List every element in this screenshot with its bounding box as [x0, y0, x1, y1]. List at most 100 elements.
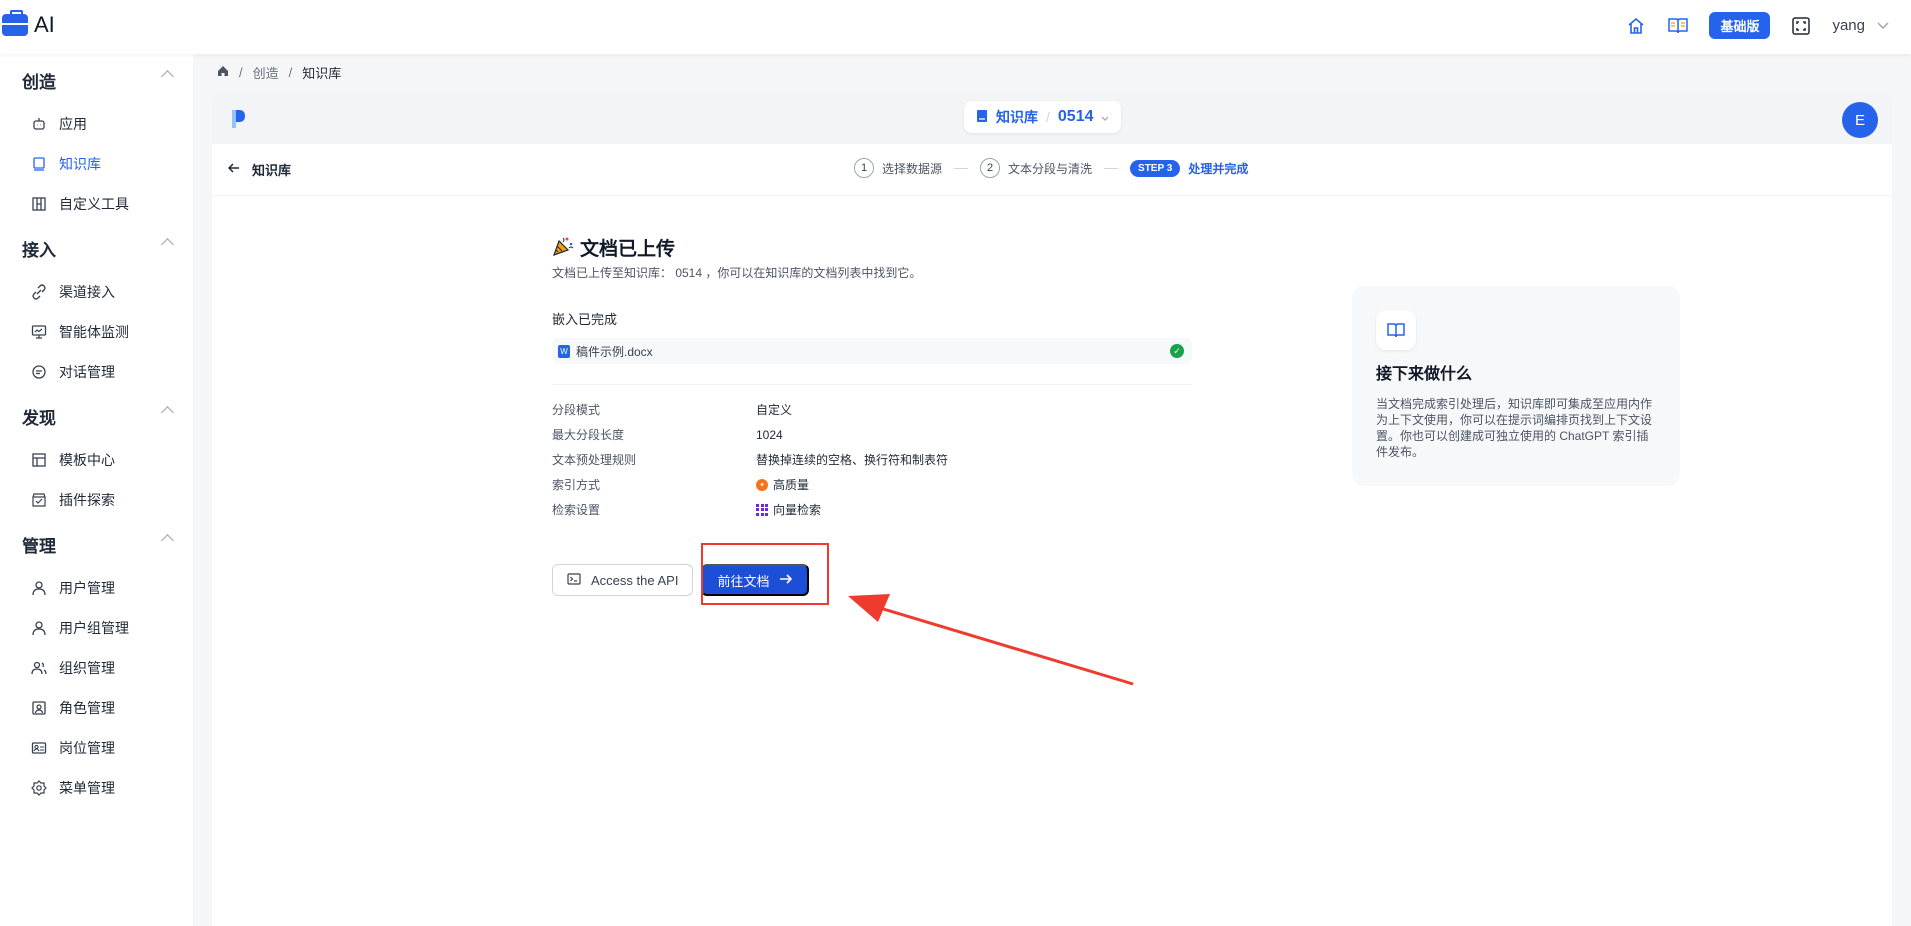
chevron-up-icon[interactable]	[161, 238, 174, 251]
home-icon[interactable]	[1625, 15, 1647, 37]
sidebar-section-access[interactable]: 接入	[22, 236, 174, 261]
sidebar-item-plugins[interactable]: 插件探索	[31, 490, 115, 510]
template-icon	[31, 452, 47, 468]
title-row: 文档已上传	[552, 234, 1192, 261]
info-value-text: 自定义	[756, 403, 793, 417]
info-value-text: 1024	[756, 427, 783, 442]
tools-icon	[31, 196, 47, 212]
breadcrumb-separator: /	[239, 65, 243, 80]
upload-result: 文档已上传 文档已上传至知识库： 0514 ，你可以在知识库的文档列表中找到它。…	[552, 234, 1192, 596]
back-button[interactable]: 知识库	[227, 160, 292, 179]
logo-text: AI	[34, 12, 55, 37]
sidebar-item-roles[interactable]: 角色管理	[31, 698, 115, 718]
main-area: / 创造 / 知识库 知识库 / 0514 E 知识库 1 选择数据源 2 文本…	[212, 54, 1892, 926]
info-value: ✦ 高质量	[756, 476, 809, 493]
page-title: 文档已上传	[580, 239, 676, 260]
terminal-icon	[567, 572, 581, 588]
plan-badge[interactable]: 基础版	[1709, 12, 1771, 39]
card-header: 知识库 / 0514 E	[212, 92, 1892, 144]
chevron-up-icon[interactable]	[161, 70, 174, 83]
access-api-button[interactable]: Access the API	[552, 564, 694, 596]
sidebar-item-label: 对话管理	[59, 364, 115, 380]
knowledge-base-selector[interactable]: 知识库 / 0514	[964, 101, 1122, 133]
sidebar-section-discover[interactable]: 发现	[22, 404, 174, 429]
home-icon[interactable]	[217, 65, 229, 80]
sidebar-item-apps[interactable]: 应用	[31, 114, 87, 134]
sidebar-item-channels[interactable]: 渠道接入	[31, 282, 115, 302]
sidebar-item-custom-tools[interactable]: 自定义工具	[31, 194, 129, 214]
top-right-actions: 基础版 yang	[1625, 12, 1889, 39]
sidebar-item-knowledge-base[interactable]: 知识库	[31, 154, 101, 174]
sidebar-item-users[interactable]: 用户管理	[31, 578, 115, 598]
info-row: 检索设置 向量检索	[552, 497, 1192, 522]
fullscreen-icon[interactable]	[1790, 15, 1812, 37]
check-circle-icon: ✓	[1170, 344, 1184, 358]
sidebar-item-label: 组织管理	[59, 660, 115, 676]
open-book-icon	[1376, 310, 1416, 350]
info-row: 索引方式 ✦ 高质量	[552, 472, 1192, 497]
info-key: 文本预处理规则	[552, 453, 637, 467]
top-bar: AI 基础版 yang	[0, 0, 1911, 54]
user-name[interactable]: yang	[1832, 17, 1865, 34]
section-title: 管理	[22, 537, 56, 556]
separator: /	[1046, 109, 1050, 125]
sidebar-section-create[interactable]: 创造	[22, 68, 174, 93]
section-title: 接入	[22, 241, 56, 260]
gear-icon	[31, 780, 47, 796]
active-step-label: 处理并完成	[1188, 161, 1249, 176]
section-title: 发现	[22, 409, 56, 428]
sidebar-item-label: 模板中心	[59, 452, 115, 468]
annotation-arrow-icon	[848, 594, 1134, 686]
book-icon	[976, 109, 988, 126]
breadcrumb-separator: /	[288, 65, 293, 80]
sidebar-item-user-groups[interactable]: 用户组管理	[31, 618, 129, 638]
knowledge-base-card: 知识库 / 0514 E 知识库 1 选择数据源 2 文本分段与清洗 STEP …	[212, 92, 1892, 926]
divider	[552, 384, 1192, 385]
arrow-left-icon	[227, 162, 240, 177]
sidebar-item-label: 知识库	[59, 156, 101, 172]
info-row: 最大分段长度 1024	[552, 422, 1192, 447]
sidebar-item-agent-monitor[interactable]: 智能体监测	[31, 322, 129, 342]
step-label: 选择数据源	[882, 161, 943, 176]
breadcrumb-item-current: 知识库	[302, 66, 342, 81]
sidebar-item-label: 插件探索	[59, 492, 115, 508]
sidebar-section-manage[interactable]: 管理	[22, 532, 174, 557]
high-quality-icon: ✦	[756, 478, 768, 491]
book-icon[interactable]	[1667, 15, 1689, 37]
sidebar-item-organizations[interactable]: 组织管理	[31, 658, 115, 678]
role-icon	[31, 700, 47, 716]
sidebar-item-label: 岗位管理	[59, 740, 115, 756]
info-row: 文本预处理规则 替换掉连续的空格、换行符和制表符	[552, 447, 1192, 472]
briefcase-icon	[2, 10, 28, 36]
breadcrumb-item-create[interactable]: 创造	[253, 63, 279, 82]
next-steps-body: 当文档完成索引处理后，知识库即可集成至应用内作为上下文使用，你可以在提示词编排页…	[1376, 397, 1653, 459]
app-logo[interactable]: AI	[2, 10, 55, 38]
info-row: 分段模式 自定义	[552, 397, 1192, 422]
chevron-down-icon[interactable]	[1877, 19, 1889, 33]
active-step-badge: STEP 3	[1130, 159, 1181, 177]
sidebar: 创造 应用 知识库 自定义工具 接入 渠道接入 智能体监测 对话管理 发现 模板…	[0, 54, 193, 926]
chevron-up-icon[interactable]	[161, 534, 174, 547]
chat-icon	[31, 364, 47, 380]
sidebar-item-templates[interactable]: 模板中心	[31, 450, 115, 470]
chevron-up-icon[interactable]	[161, 406, 174, 419]
sidebar-item-label: 用户管理	[59, 580, 115, 596]
back-label: 知识库	[252, 163, 292, 178]
file-row: W 稿件示例.docx ✓	[552, 338, 1192, 364]
next-steps-card: 接下来做什么 当文档完成索引处理后，知识库即可集成至应用内作为上下文使用，你可以…	[1352, 286, 1680, 486]
step-bar: 知识库 1 选择数据源 2 文本分段与清洗 STEP 3 处理并完成	[212, 144, 1892, 196]
info-value-text: 替换掉连续的空格、换行符和制表符	[756, 453, 949, 467]
sidebar-item-positions[interactable]: 岗位管理	[31, 738, 115, 758]
sidebar-item-conversations[interactable]: 对话管理	[31, 362, 115, 382]
avatar[interactable]: E	[1842, 102, 1878, 138]
info-value: 替换掉连续的空格、换行符和制表符	[756, 451, 948, 468]
file-name: 稿件示例.docx	[576, 344, 653, 359]
info-value-text: 高质量	[773, 478, 810, 492]
info-value: 1024	[756, 428, 783, 442]
knowledge-base-icon	[31, 156, 47, 172]
user-group-icon	[31, 620, 47, 636]
step-number: 2	[980, 158, 1001, 178]
sidebar-item-menus[interactable]: 菜单管理	[31, 778, 115, 798]
kb-label: 知识库	[996, 109, 1038, 125]
chevron-down-icon	[1101, 109, 1109, 125]
